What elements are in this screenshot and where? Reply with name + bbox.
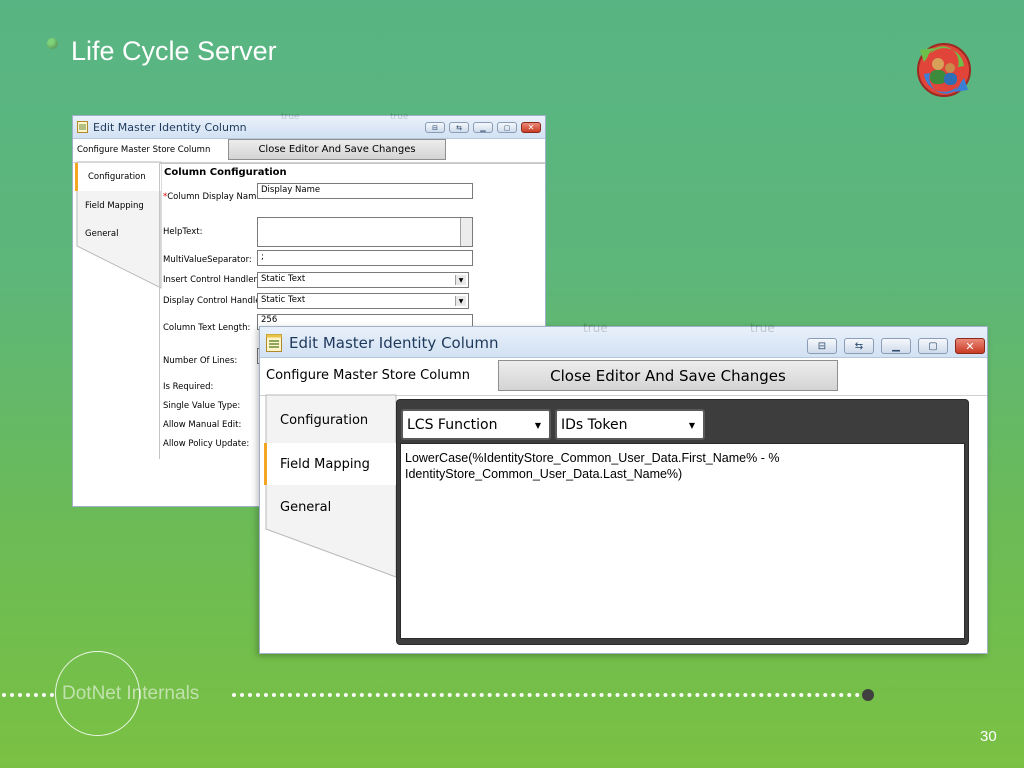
lcs-function-value: LCS Function	[407, 416, 498, 433]
display-name-input[interactable]: Display Name	[257, 183, 473, 199]
tab-field-mapping[interactable]: Field Mapping	[75, 192, 161, 220]
tab-configuration[interactable]: Configuration	[75, 163, 161, 191]
window-titlebar: Edit Master Identity Column true true ⊟ …	[260, 321, 987, 358]
ids-token-value: IDs Token	[561, 416, 628, 433]
tab-label: General	[85, 229, 119, 239]
tab-general[interactable]: General	[75, 220, 161, 248]
ghost-label: true	[750, 321, 775, 335]
pin-icon: ⊟	[817, 340, 827, 352]
help-text-scrollbar[interactable]	[460, 218, 472, 246]
minimize-button[interactable]: ▁	[473, 122, 493, 133]
display-name-label: Column Display Name:	[167, 192, 265, 202]
display-control-handler-select[interactable]: Static Text ▼	[257, 293, 469, 309]
tab-field-mapping[interactable]: Field Mapping	[264, 443, 396, 485]
tab-label: Field Mapping	[85, 201, 144, 211]
window-subheader: Configure Master Store Column Close Edit…	[260, 357, 987, 396]
allow-manual-edit-label: Allow Manual Edit:	[163, 420, 242, 430]
field-label: *Column Display Name:	[163, 192, 264, 202]
tab-label: General	[280, 499, 332, 515]
close-window-button[interactable]: ✕	[521, 122, 541, 133]
refresh-button[interactable]: ⇆	[449, 122, 469, 133]
insert-control-handler-value: Static Text	[261, 274, 306, 284]
slide-title: Life Cycle Server	[71, 36, 277, 66]
expression-textarea[interactable]: LowerCase(%IdentityStore_Common_User_Dat…	[400, 443, 965, 639]
tab-label: Configuration	[280, 412, 369, 428]
chevron-down-icon: ▼	[534, 421, 541, 430]
ids-token-select[interactable]: IDs Token ▼	[555, 409, 705, 440]
edit-column-window-front: Edit Master Identity Column true true ⊟ …	[259, 321, 988, 654]
refresh-icon: ⇆	[456, 123, 462, 132]
allow-policy-update-label: Allow Policy Update:	[163, 439, 250, 449]
footer-brand: DotNet Internals	[62, 683, 200, 704]
lcs-function-select[interactable]: LCS Function ▼	[401, 409, 551, 440]
footer-end-dot	[862, 689, 874, 701]
tab-label: Configuration	[88, 172, 146, 182]
insert-control-handler-label: Insert Control Handler:	[163, 275, 260, 285]
tab-configuration[interactable]: Configuration	[264, 399, 396, 441]
column-text-length-label: Column Text Length:	[163, 323, 251, 333]
minimize-icon: ▁	[892, 340, 900, 352]
maximize-icon: ▢	[928, 340, 938, 352]
close-editor-save-button[interactable]: Close Editor And Save Changes	[498, 360, 838, 391]
multi-value-separator-input[interactable]: ;	[257, 250, 473, 266]
users-sync-icon	[917, 43, 971, 97]
close-window-button[interactable]: ✕	[955, 338, 985, 354]
ghost-label: true	[281, 112, 300, 122]
multi-value-separator-label: MultiValueSeparator:	[163, 255, 252, 265]
window-titlebar: Edit Master Identity Column true true ⊟ …	[73, 112, 545, 139]
footer-dotted-line-left	[2, 693, 54, 697]
ghost-label: true	[583, 321, 608, 335]
close-editor-save-button[interactable]: Close Editor And Save Changes	[228, 139, 446, 160]
single-value-type-label: Single Value Type:	[163, 401, 241, 411]
page-number: 30	[980, 728, 997, 745]
tab-label: Field Mapping	[280, 456, 370, 472]
subheader-text: Configure Master Store Column	[266, 368, 470, 383]
tab-general[interactable]: General	[264, 486, 396, 528]
minimize-button[interactable]: ▁	[881, 338, 911, 354]
maximize-button[interactable]: ▢	[918, 338, 948, 354]
window-title: Edit Master Identity Column	[289, 334, 499, 352]
title-bullet	[47, 38, 58, 49]
minimize-icon: ▁	[480, 123, 486, 132]
document-icon	[77, 121, 88, 133]
pin-button[interactable]: ⊟	[425, 122, 445, 133]
footer-dotted-line-right	[232, 693, 860, 697]
close-icon: ✕	[527, 123, 535, 132]
refresh-button[interactable]: ⇆	[844, 338, 874, 354]
pin-button[interactable]: ⊟	[807, 338, 837, 354]
maximize-button[interactable]: ▢	[497, 122, 517, 133]
ghost-label: true	[390, 112, 409, 122]
section-title: Column Configuration	[164, 167, 287, 178]
insert-control-handler-select[interactable]: Static Text ▼	[257, 272, 469, 288]
refresh-icon: ⇆	[854, 340, 864, 352]
chevron-down-icon: ▼	[455, 275, 466, 285]
close-icon: ✕	[965, 339, 975, 353]
chevron-down-icon: ▼	[688, 421, 695, 430]
display-control-handler-label: Display Control Handler:	[163, 296, 267, 306]
display-control-handler-value: Static Text	[261, 295, 306, 305]
help-text-input[interactable]	[257, 217, 473, 247]
maximize-icon: ▢	[503, 123, 511, 132]
is-required-label: Is Required:	[163, 382, 214, 392]
pin-icon: ⊟	[432, 123, 438, 132]
help-text-label: HelpText:	[163, 227, 203, 237]
window-title: Edit Master Identity Column	[93, 121, 247, 134]
document-icon	[266, 334, 282, 352]
subheader-text: Configure Master Store Column	[77, 145, 211, 155]
chevron-down-icon: ▼	[455, 296, 466, 306]
number-of-lines-label: Number Of Lines:	[163, 356, 238, 366]
